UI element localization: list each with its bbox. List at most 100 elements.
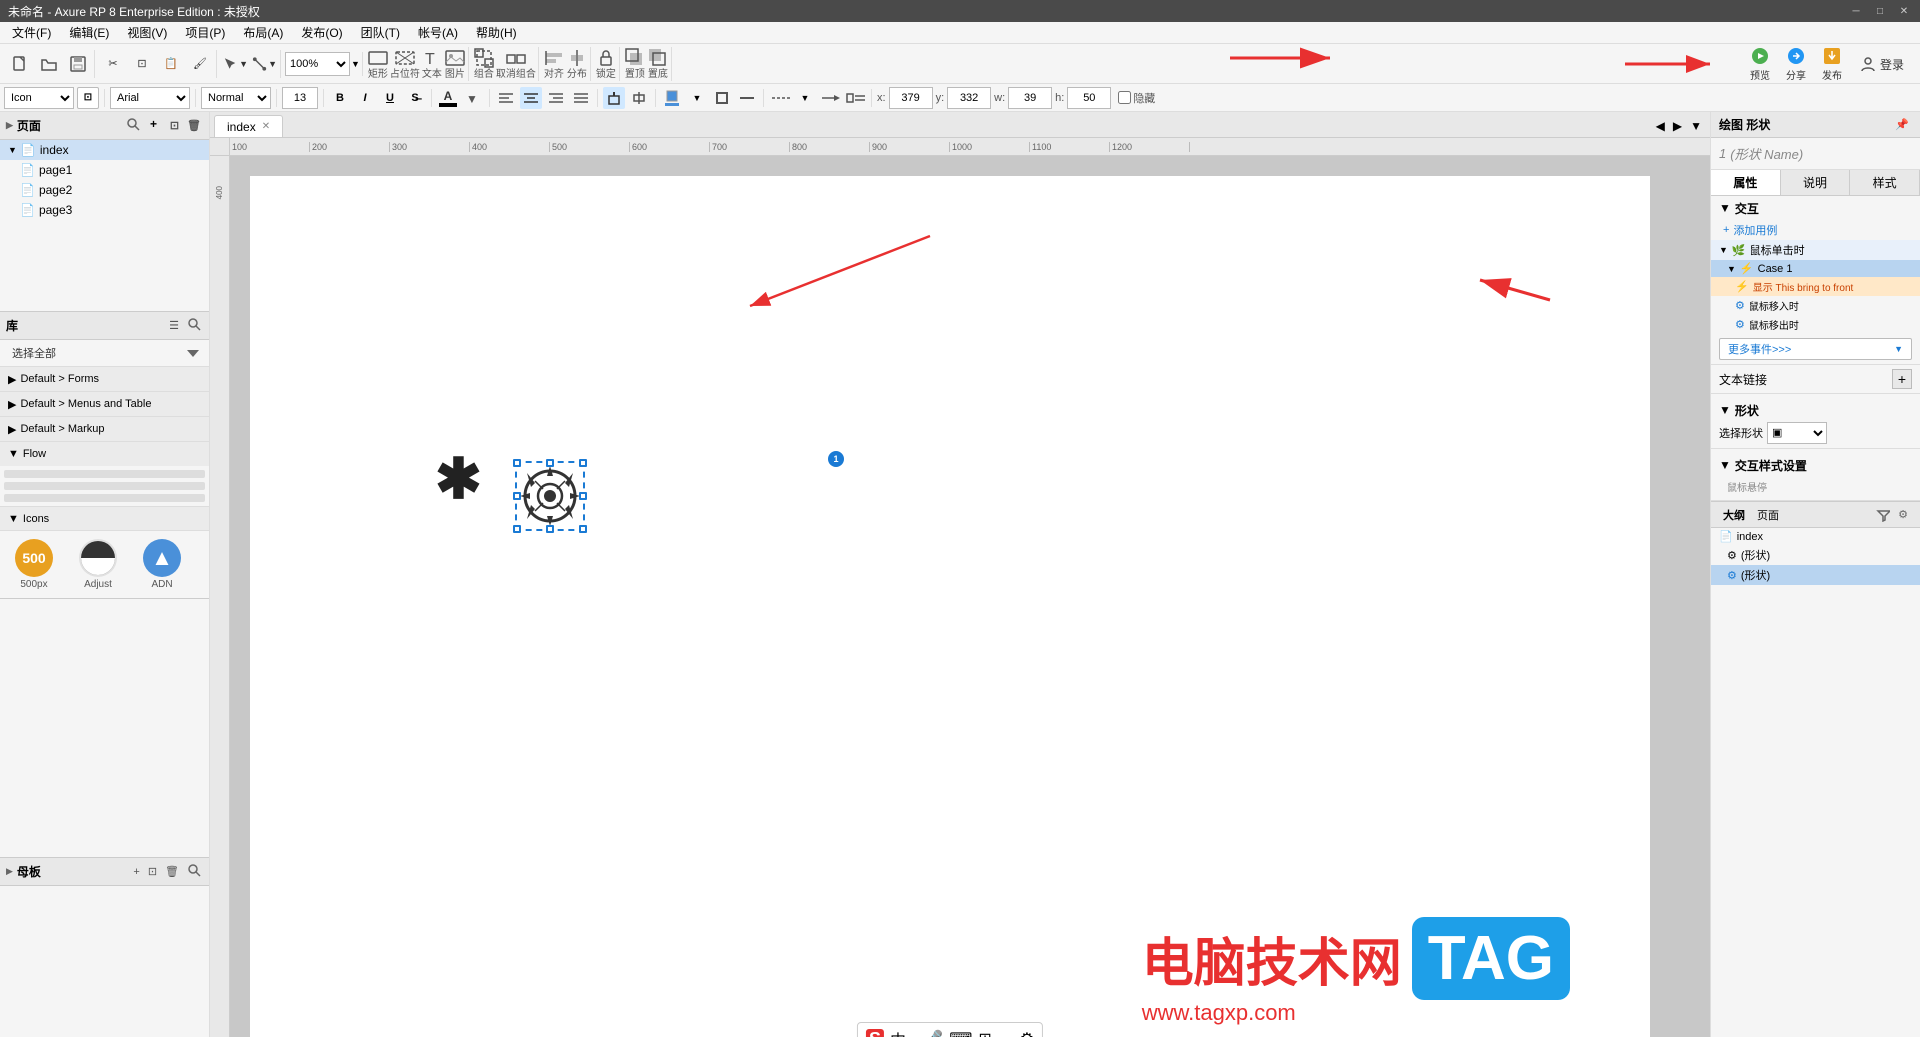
connection-mode-button[interactable]: ▼ bbox=[250, 50, 278, 78]
canvas-inner[interactable]: ✱ bbox=[250, 176, 1650, 1037]
widget-type-select[interactable]: Icon Rectangle Text bbox=[4, 87, 74, 109]
rectangle-tool[interactable]: 矩形 bbox=[367, 47, 389, 81]
close-button[interactable]: ✕ bbox=[1896, 3, 1912, 19]
library-menu-btn[interactable]: ☰ bbox=[167, 317, 181, 334]
italic-button[interactable]: I bbox=[354, 87, 376, 109]
icon-item-adn[interactable]: ▲ ADN bbox=[132, 535, 192, 594]
open-button[interactable] bbox=[35, 50, 63, 78]
event-row-click[interactable]: ▼ 🌿 鼠标单击时 bbox=[1711, 240, 1920, 260]
lib-category-forms-header[interactable]: ▶ Default > Forms bbox=[0, 367, 209, 391]
right-panel-pin-btn[interactable]: 📌 bbox=[1892, 117, 1912, 132]
select-all-button[interactable]: 选择全部 bbox=[8, 344, 60, 362]
props-tab-attributes[interactable]: 属性 bbox=[1711, 170, 1781, 195]
masters-duplicate-btn[interactable]: ⊡ bbox=[146, 863, 159, 880]
add-case-button[interactable]: + 添加用例 bbox=[1711, 220, 1920, 240]
preview-button[interactable]: 预览 bbox=[1744, 44, 1776, 84]
action-row-1[interactable]: ⚡ 显示 This bring to front bbox=[1711, 277, 1920, 296]
action-row-2[interactable]: ⚙ 鼠标移入时 bbox=[1711, 296, 1920, 315]
underline-button[interactable]: U bbox=[379, 87, 401, 109]
strikethrough-button[interactable]: S̶ bbox=[404, 87, 426, 109]
page-item-page3[interactable]: 📄 page3 bbox=[0, 200, 209, 220]
menu-team[interactable]: 团队(T) bbox=[353, 22, 408, 43]
x-input[interactable] bbox=[889, 87, 933, 109]
interaction-section-header[interactable]: ▼ 交互 bbox=[1711, 196, 1920, 220]
pages-duplicate-btn[interactable]: ⊡ bbox=[168, 117, 181, 134]
border-width-button[interactable] bbox=[736, 87, 758, 109]
fill-color-button[interactable] bbox=[661, 87, 683, 109]
handle-bm[interactable] bbox=[546, 525, 554, 533]
w-input[interactable] bbox=[1008, 87, 1052, 109]
menu-project[interactable]: 项目(P) bbox=[177, 22, 233, 43]
new-button[interactable] bbox=[6, 50, 34, 78]
image-tool[interactable]: 图片 bbox=[444, 47, 466, 81]
zoom-select[interactable]: 100% 50% 150% 200% bbox=[285, 52, 350, 76]
bold-button[interactable]: B bbox=[329, 87, 351, 109]
page-item-page1[interactable]: 📄 page1 bbox=[0, 160, 209, 180]
widget-type-icon-btn[interactable]: ⊡ bbox=[77, 87, 99, 109]
font-style-select[interactable]: Normal Bold Italic bbox=[201, 87, 271, 109]
outline-item-shape-1[interactable]: ⚙ (形状) bbox=[1711, 545, 1920, 565]
group-button[interactable]: 组合 bbox=[473, 47, 495, 81]
gear-shape-group[interactable]: 1 bbox=[515, 461, 585, 534]
outline-settings-btn[interactable]: ⚙ bbox=[1894, 506, 1912, 524]
style-settings-header[interactable]: ▼ 交互样式设置 bbox=[1719, 453, 1912, 477]
canvas[interactable]: ✱ bbox=[230, 156, 1710, 1037]
outline-filter-btn[interactable] bbox=[1874, 506, 1892, 524]
valign-top-button[interactable] bbox=[603, 87, 625, 109]
icons-header[interactable]: ▼ Icons bbox=[0, 507, 209, 531]
menu-layout[interactable]: 布局(A) bbox=[235, 22, 291, 43]
menu-help[interactable]: 帮助(H) bbox=[468, 22, 525, 43]
ungroup-button[interactable]: 取消组合 bbox=[496, 47, 536, 81]
placeholder-tool[interactable]: 占位符 bbox=[390, 47, 420, 81]
outline-tab-overview[interactable]: 大纲 bbox=[1719, 505, 1749, 525]
text-link-add-button[interactable]: + bbox=[1892, 369, 1912, 389]
props-tab-notes[interactable]: 说明 bbox=[1781, 170, 1851, 195]
handle-ml[interactable] bbox=[513, 492, 521, 500]
restore-button[interactable]: □ bbox=[1872, 3, 1888, 19]
paste-button[interactable]: 📋 bbox=[157, 50, 185, 78]
library-search-btn[interactable] bbox=[185, 315, 203, 336]
border-color-button[interactable] bbox=[711, 87, 733, 109]
minimize-button[interactable]: ─ bbox=[1848, 3, 1864, 19]
justify-button[interactable] bbox=[570, 87, 592, 109]
lock-button[interactable]: 锁定 bbox=[595, 47, 617, 81]
handle-mr[interactable] bbox=[579, 492, 587, 500]
canvas-scroll-left[interactable]: ◀ bbox=[1652, 117, 1669, 135]
menu-publish[interactable]: 发布(O) bbox=[293, 22, 350, 43]
publish-button[interactable]: 发布 bbox=[1816, 44, 1848, 84]
align-button[interactable]: 对齐 bbox=[543, 47, 565, 81]
case-row-1[interactable]: ▼ ⚡ Case 1 bbox=[1711, 260, 1920, 277]
bring-front-button[interactable]: 置顶 bbox=[624, 47, 646, 81]
more-style-button[interactable] bbox=[844, 87, 866, 109]
lib-category-menus-header[interactable]: ▶ Default > Menus and Table bbox=[0, 392, 209, 416]
handle-bl[interactable] bbox=[513, 525, 521, 533]
canvas-scroll-right[interactable]: ▶ bbox=[1669, 117, 1686, 135]
pages-delete-btn[interactable]: 🗑 bbox=[185, 117, 203, 134]
h-input[interactable] bbox=[1067, 87, 1111, 109]
fill-color-dropdown[interactable]: ▼ bbox=[686, 87, 708, 109]
asterisk-shape[interactable]: ✱ bbox=[435, 446, 482, 512]
format-painter-button[interactable]: 🖌 bbox=[186, 50, 214, 78]
hide-checkbox[interactable] bbox=[1118, 91, 1131, 104]
menu-file[interactable]: 文件(F) bbox=[4, 22, 59, 43]
tab-index[interactable]: index ✕ bbox=[214, 115, 283, 137]
zoom-dropdown[interactable]: ▼ bbox=[351, 59, 360, 69]
highlight-button[interactable]: ▼ bbox=[462, 87, 484, 109]
pages-expand-arrow[interactable]: ▶ bbox=[6, 120, 13, 131]
distribute-button[interactable]: 分布 bbox=[566, 47, 588, 81]
lib-category-flow-header[interactable]: ▼ Flow bbox=[0, 442, 209, 466]
outline-item-index[interactable]: 📄 index bbox=[1711, 528, 1920, 545]
page-item-page2[interactable]: 📄 page2 bbox=[0, 180, 209, 200]
menu-account[interactable]: 帐号(A) bbox=[410, 22, 466, 43]
canvas-wrapper[interactable]: 100 200 300 400 500 600 700 800 900 1000… bbox=[210, 138, 1710, 1037]
text-tool[interactable]: T 文本 bbox=[421, 47, 443, 81]
page-item-index[interactable]: ▼ 📄 index bbox=[0, 140, 209, 160]
font-size-input[interactable] bbox=[282, 87, 318, 109]
icon-item-adjust[interactable]: Adjust bbox=[68, 535, 128, 594]
handle-tl[interactable] bbox=[513, 459, 521, 467]
icon-item-500px[interactable]: 500 500px bbox=[4, 535, 64, 594]
cut-button[interactable]: ✂ bbox=[99, 50, 127, 78]
arrow-style-button[interactable] bbox=[819, 87, 841, 109]
login-button[interactable]: 登录 bbox=[1852, 56, 1912, 73]
canvas-scroll-down[interactable]: ▼ bbox=[1686, 117, 1706, 135]
